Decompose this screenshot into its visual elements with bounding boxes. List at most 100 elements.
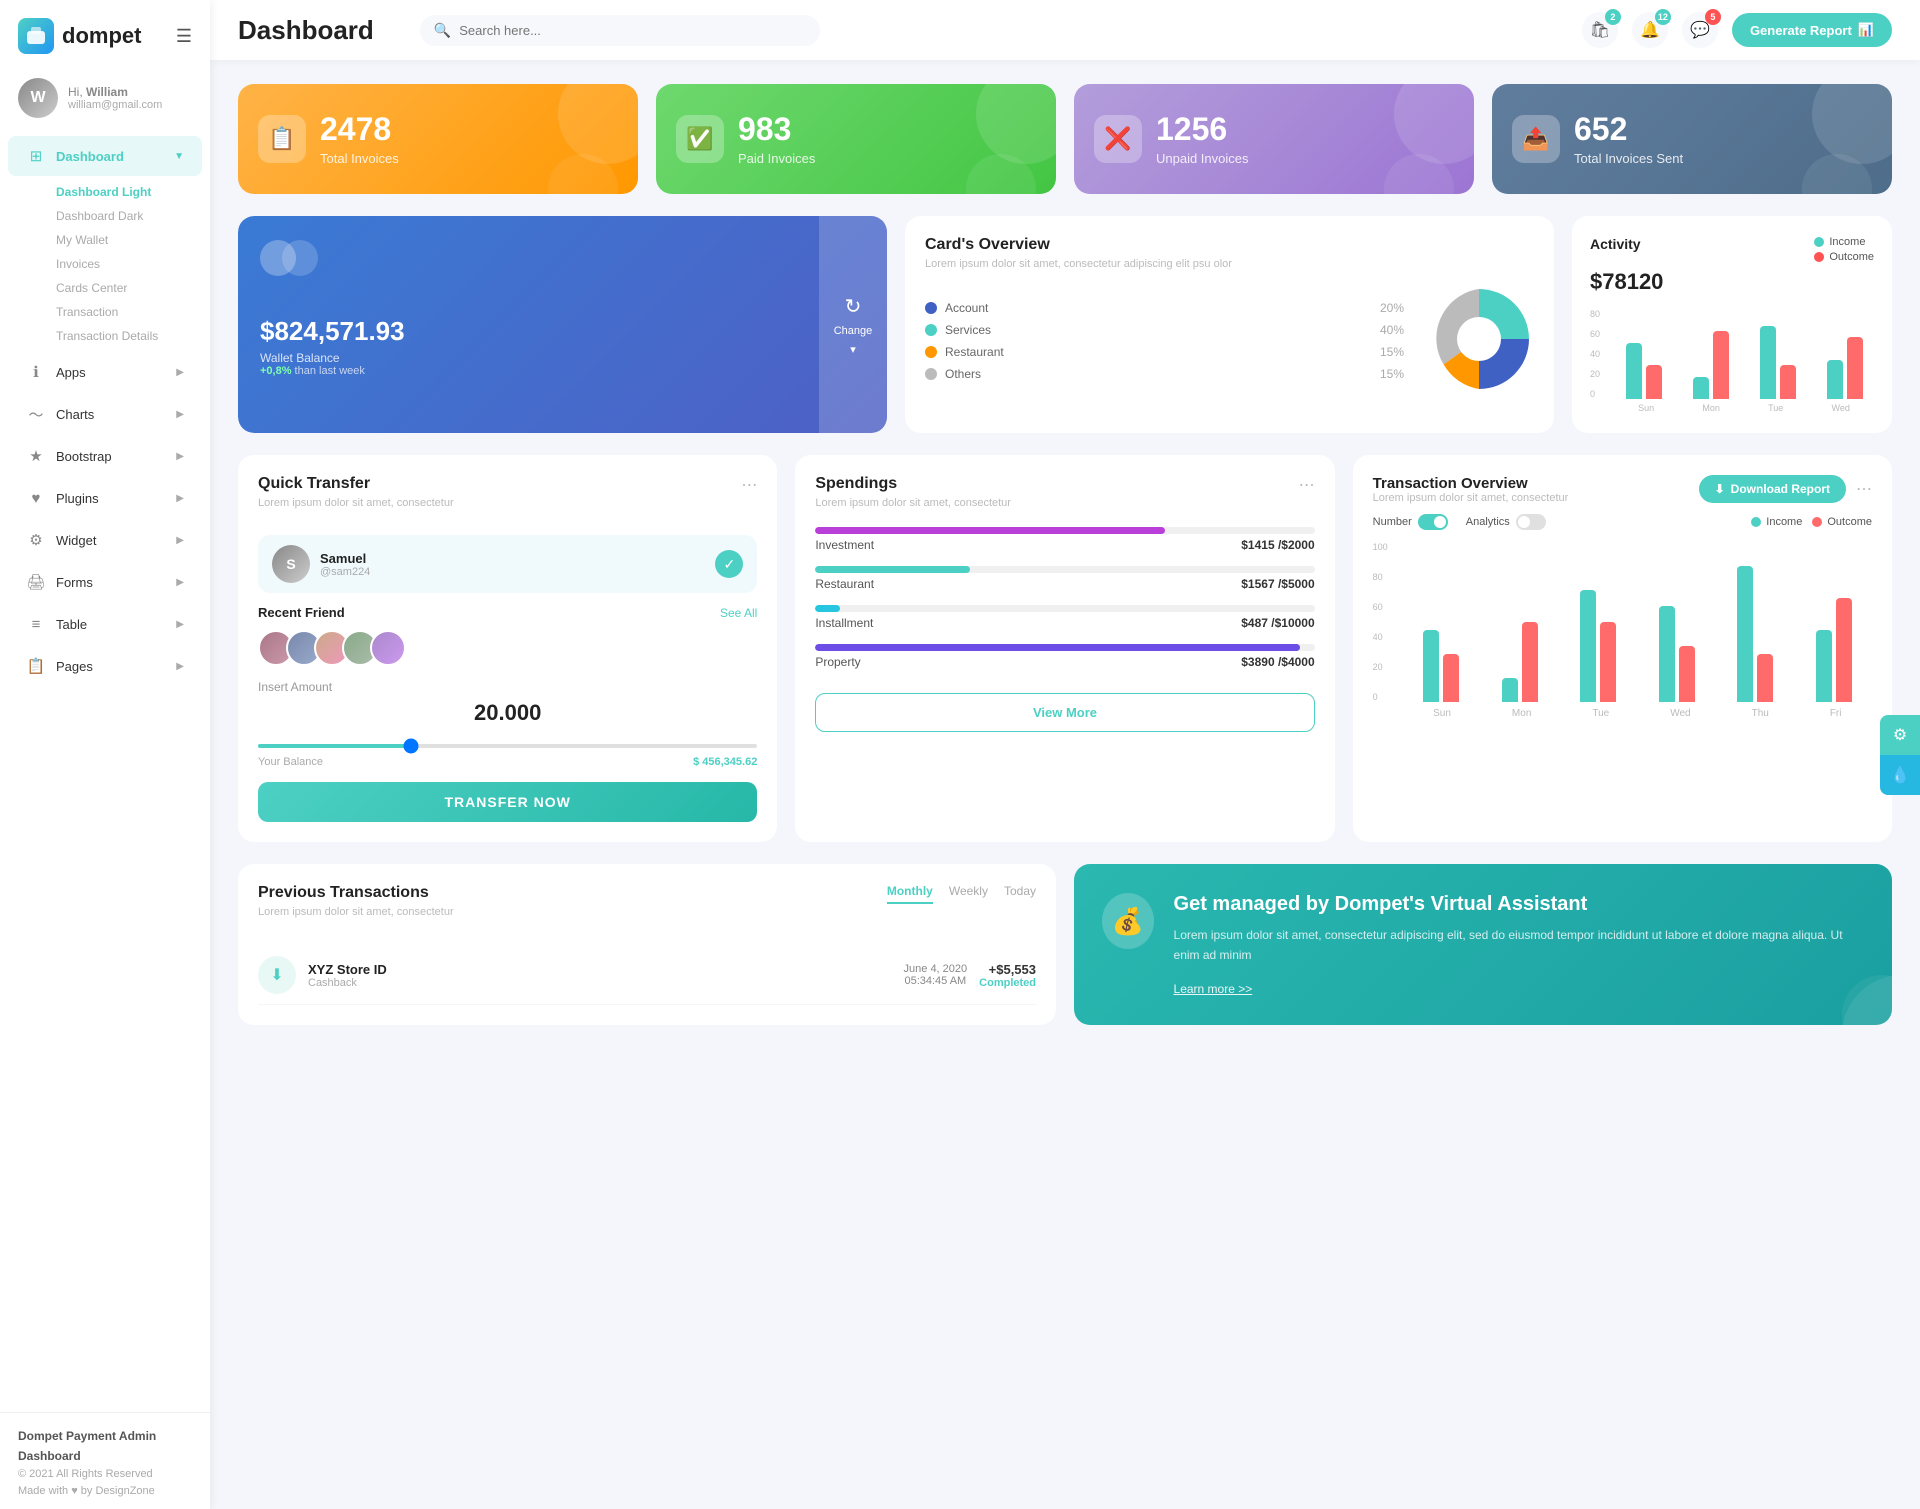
generate-report-button[interactable]: Generate Report 📊 (1732, 13, 1892, 47)
big-chart-container: 100806040200 (1373, 542, 1872, 719)
sub-item-transaction[interactable]: Transaction (46, 300, 210, 324)
big-bar-sun-income (1423, 630, 1439, 702)
hamburger-icon[interactable]: ☰ (176, 26, 192, 47)
quick-transfer-menu-icon[interactable]: ⋯ (741, 475, 757, 495)
sub-item-my-wallet[interactable]: My Wallet (46, 228, 210, 252)
transaction-overview-panel: Transaction Overview Lorem ipsum dolor s… (1353, 455, 1892, 842)
table-icon: ≡ (26, 614, 46, 634)
sub-item-cards-center[interactable]: Cards Center (46, 276, 210, 300)
big-bar-group-wed (1638, 606, 1715, 702)
overview-items-list: Account 20% Services 40% Restaurant 15% (925, 301, 1404, 381)
sub-item-invoices[interactable]: Invoices (46, 252, 210, 276)
pie-chart (1424, 284, 1534, 397)
side-action-buttons: ⚙ 💧 (1880, 715, 1920, 795)
balance-row: Your Balance $ 456,345.62 (258, 756, 757, 768)
sub-item-transaction-details[interactable]: Transaction Details (46, 324, 210, 348)
sub-item-dashboard-light[interactable]: Dashboard Light (46, 180, 210, 204)
chevron-right-icon-table: ▶ (176, 619, 184, 630)
others-label: Others (945, 367, 1372, 381)
amount-slider[interactable] (258, 744, 757, 748)
outcome-legend: Outcome (1814, 251, 1874, 263)
big-bar-fri-outcome (1836, 598, 1852, 702)
prev-transactions-title: Previous Transactions (258, 884, 454, 902)
quick-transfer-subtitle: Lorem ipsum dolor sit amet, consectetur (258, 497, 454, 509)
property-name: Property (815, 655, 860, 669)
sidebar-item-forms-label: Forms (56, 575, 166, 590)
bar-wed-income (1827, 360, 1843, 399)
overview-item-restaurant: Restaurant 15% (925, 345, 1404, 359)
chevron-right-icon-plugins: ▶ (176, 493, 184, 504)
sidebar-item-pages[interactable]: 📋 Pages ▶ (8, 646, 202, 686)
chevron-right-icon: ▶ (176, 367, 184, 378)
cards-overview-subtitle: Lorem ipsum dolor sit amet, consectetur … (925, 258, 1534, 270)
sidebar-item-apps[interactable]: ℹ Apps ▶ (8, 352, 202, 392)
transaction-row: ⬇ XYZ Store ID Cashback June 4, 2020 05:… (258, 946, 1036, 1005)
sidebar-item-forms[interactable]: 🖨 Forms ▶ (8, 562, 202, 602)
sub-item-dashboard-dark[interactable]: Dashboard Dark (46, 204, 210, 228)
water-side-button[interactable]: 💧 (1880, 755, 1920, 795)
person-check-icon: ✓ (715, 550, 743, 578)
tab-monthly[interactable]: Monthly (887, 884, 933, 904)
see-all-link[interactable]: See All (720, 606, 757, 620)
sidebar-item-dashboard[interactable]: ⊞ Dashboard ▼ (8, 136, 202, 176)
cart-button[interactable]: 🛍 2 (1582, 12, 1618, 48)
message-button[interactable]: 💬 5 (1682, 12, 1718, 48)
others-dot (925, 368, 937, 380)
search-bar[interactable]: 🔍 (420, 15, 820, 46)
amount-value: 20.000 (258, 700, 757, 726)
wallet-change: +0,8% than last week (260, 365, 865, 377)
income-legend: Income (1814, 236, 1874, 248)
topbar: Dashboard 🔍 🛍 2 🔔 12 💬 5 Generate Report… (210, 0, 1920, 60)
wallet-overview-panel: $824,571.93 Wallet Balance +0,8% than la… (238, 216, 887, 433)
activity-chart: 806040200 (1590, 309, 1874, 399)
sidebar-item-table[interactable]: ≡ Table ▶ (8, 604, 202, 644)
chevron-down-icon: ▼ (174, 151, 184, 162)
invoice-icon: 📋 (258, 115, 306, 163)
bar-sun-income (1626, 343, 1642, 399)
middle-section: $824,571.93 Wallet Balance +0,8% than la… (238, 216, 1892, 433)
sidebar-item-bootstrap[interactable]: ★ Bootstrap ▶ (8, 436, 202, 476)
transaction-info: XYZ Store ID Cashback (308, 962, 892, 989)
search-input[interactable] (459, 23, 806, 38)
number-toggle-group: Number (1373, 514, 1448, 530)
cart-badge: 2 (1605, 9, 1621, 25)
spendings-title: Spendings (815, 475, 1011, 493)
tab-weekly[interactable]: Weekly (949, 884, 988, 904)
sidebar-item-charts[interactable]: 〜 Charts ▶ (8, 394, 202, 434)
stat-cards-row: 📋 2478 Total Invoices ✅ 983 Paid Invoice… (238, 84, 1892, 194)
sidebar-item-widget[interactable]: ⚙ Widget ▶ (8, 520, 202, 560)
spendings-menu-icon[interactable]: ⋯ (1299, 475, 1315, 495)
settings-side-button[interactable]: ⚙ (1880, 715, 1920, 755)
tab-today[interactable]: Today (1004, 884, 1036, 904)
big-bar-group-tue (1560, 590, 1637, 702)
bar-group-tue (1748, 326, 1807, 399)
transaction-date: June 4, 2020 05:34:45 AM (904, 963, 968, 987)
number-toggle[interactable] (1418, 514, 1448, 530)
sidebar-item-plugins-label: Plugins (56, 491, 166, 506)
analytics-toggle-label: Analytics (1466, 516, 1510, 528)
notification-button[interactable]: 🔔 12 (1632, 12, 1668, 48)
spendings-subtitle: Lorem ipsum dolor sit amet, consectetur (815, 497, 1011, 509)
overview-menu-icon[interactable]: ⋯ (1856, 479, 1872, 499)
account-dot (925, 302, 937, 314)
avatar: W (18, 78, 58, 118)
wallet-change-button[interactable]: ↻ Change ▾ (819, 216, 887, 433)
paid-icon: ✅ (676, 115, 724, 163)
activity-legend: Income Outcome (1814, 236, 1874, 263)
download-report-label: Download Report (1731, 482, 1830, 496)
view-more-button[interactable]: View More (815, 693, 1314, 732)
recent-friend-header: Recent Friend See All (258, 605, 757, 620)
income-dot (1814, 237, 1824, 247)
analytics-toggle[interactable] (1516, 514, 1546, 530)
charts-icon: 〜 (26, 404, 46, 424)
download-report-button[interactable]: ⬇ Download Report (1699, 475, 1846, 503)
transfer-now-button[interactable]: TRANSFER NOW (258, 782, 757, 822)
overview-item-account: Account 20% (925, 301, 1404, 315)
investment-amounts: $1415 /$2000 (1241, 538, 1314, 552)
spendings-panel: Spendings Lorem ipsum dolor sit amet, co… (795, 455, 1334, 842)
virtual-assistant-link[interactable]: Learn more >> (1174, 982, 1253, 996)
sidebar-item-plugins[interactable]: ♥ Plugins ▶ (8, 478, 202, 518)
investment-name: Investment (815, 538, 874, 552)
chevron-right-icon-pages: ▶ (176, 661, 184, 672)
spending-item-property: Property $3890 /$4000 (815, 644, 1314, 669)
